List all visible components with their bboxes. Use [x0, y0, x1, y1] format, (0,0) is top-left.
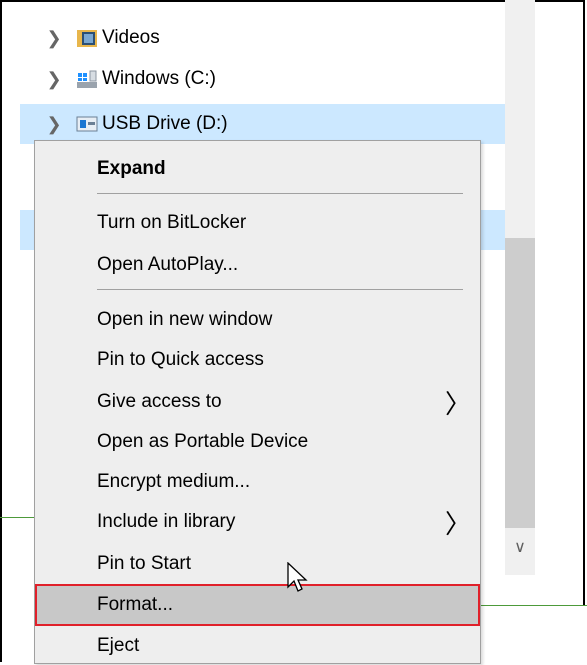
menu-item-label: Open in new window [97, 309, 273, 330]
chevron-right-icon[interactable]: ❯ [44, 114, 64, 135]
menu-item-label: Eject [97, 635, 140, 656]
menu-item-eject[interactable]: Eject [35, 627, 480, 665]
chevron-right-icon: 〉 [445, 389, 472, 419]
menu-item-label: Pin to Quick access [97, 349, 264, 370]
tree-item-usb-drive-d[interactable]: ❯ USB Drive (D:) [20, 104, 505, 144]
menu-separator [97, 193, 463, 194]
videos-folder-icon [76, 27, 98, 49]
menu-item-label: Include in library [97, 511, 236, 532]
menu-item-give-access-to[interactable]: Give access to 〉 [35, 383, 480, 421]
menu-item-pin-to-quick-access[interactable]: Pin to Quick access [35, 341, 480, 379]
chevron-right-icon[interactable]: ❯ [44, 69, 64, 90]
menu-item-label: Give access to [97, 391, 222, 412]
tree-item-videos[interactable]: ❯ Videos [20, 18, 505, 58]
menu-item-turn-on-bitlocker[interactable]: Turn on BitLocker [35, 204, 480, 242]
chevron-right-icon: 〉 [445, 509, 472, 539]
windows-drive-icon [76, 68, 98, 90]
tree-item-label: USB Drive (D:) [102, 113, 228, 134]
divider-line [0, 517, 36, 518]
menu-item-label: Open as Portable Device [97, 431, 309, 452]
menu-item-label: Encrypt medium... [97, 471, 251, 492]
menu-item-expand[interactable]: Expand [35, 150, 480, 188]
divider-line [480, 605, 587, 606]
menu-item-open-autoplay[interactable]: Open AutoPlay... [35, 246, 480, 284]
menu-item-open-as-portable-device[interactable]: Open as Portable Device [35, 423, 480, 461]
menu-item-label: Open AutoPlay... [97, 254, 239, 275]
scrollbar-thumb[interactable] [505, 238, 535, 528]
scroll-down-arrow-icon[interactable]: ∨ [505, 533, 535, 563]
menu-item-label: Turn on BitLocker [97, 212, 247, 233]
menu-item-encrypt-medium[interactable]: Encrypt medium... [35, 463, 480, 501]
menu-item-open-in-new-window[interactable]: Open in new window [35, 301, 480, 339]
chevron-right-icon[interactable]: ❯ [44, 28, 64, 49]
window-frame-right [583, 0, 585, 605]
mouse-cursor-icon [287, 562, 308, 592]
usb-drive-icon [76, 113, 98, 135]
tree-item-windows-c[interactable]: ❯ Windows (C:) [20, 59, 505, 99]
menu-item-label: Format... [97, 594, 174, 615]
menu-item-label: Pin to Start [97, 553, 191, 574]
menu-item-format[interactable]: Format... [35, 584, 480, 626]
context-menu: Expand Turn on BitLocker Open AutoPlay..… [34, 140, 481, 664]
menu-separator [97, 289, 463, 290]
tree-item-label: Videos [102, 27, 160, 48]
menu-item-label: Expand [97, 158, 166, 179]
tree-item-label: Windows (C:) [102, 68, 217, 89]
menu-item-pin-to-start[interactable]: Pin to Start [35, 545, 480, 583]
menu-item-include-in-library[interactable]: Include in library 〉 [35, 503, 480, 541]
